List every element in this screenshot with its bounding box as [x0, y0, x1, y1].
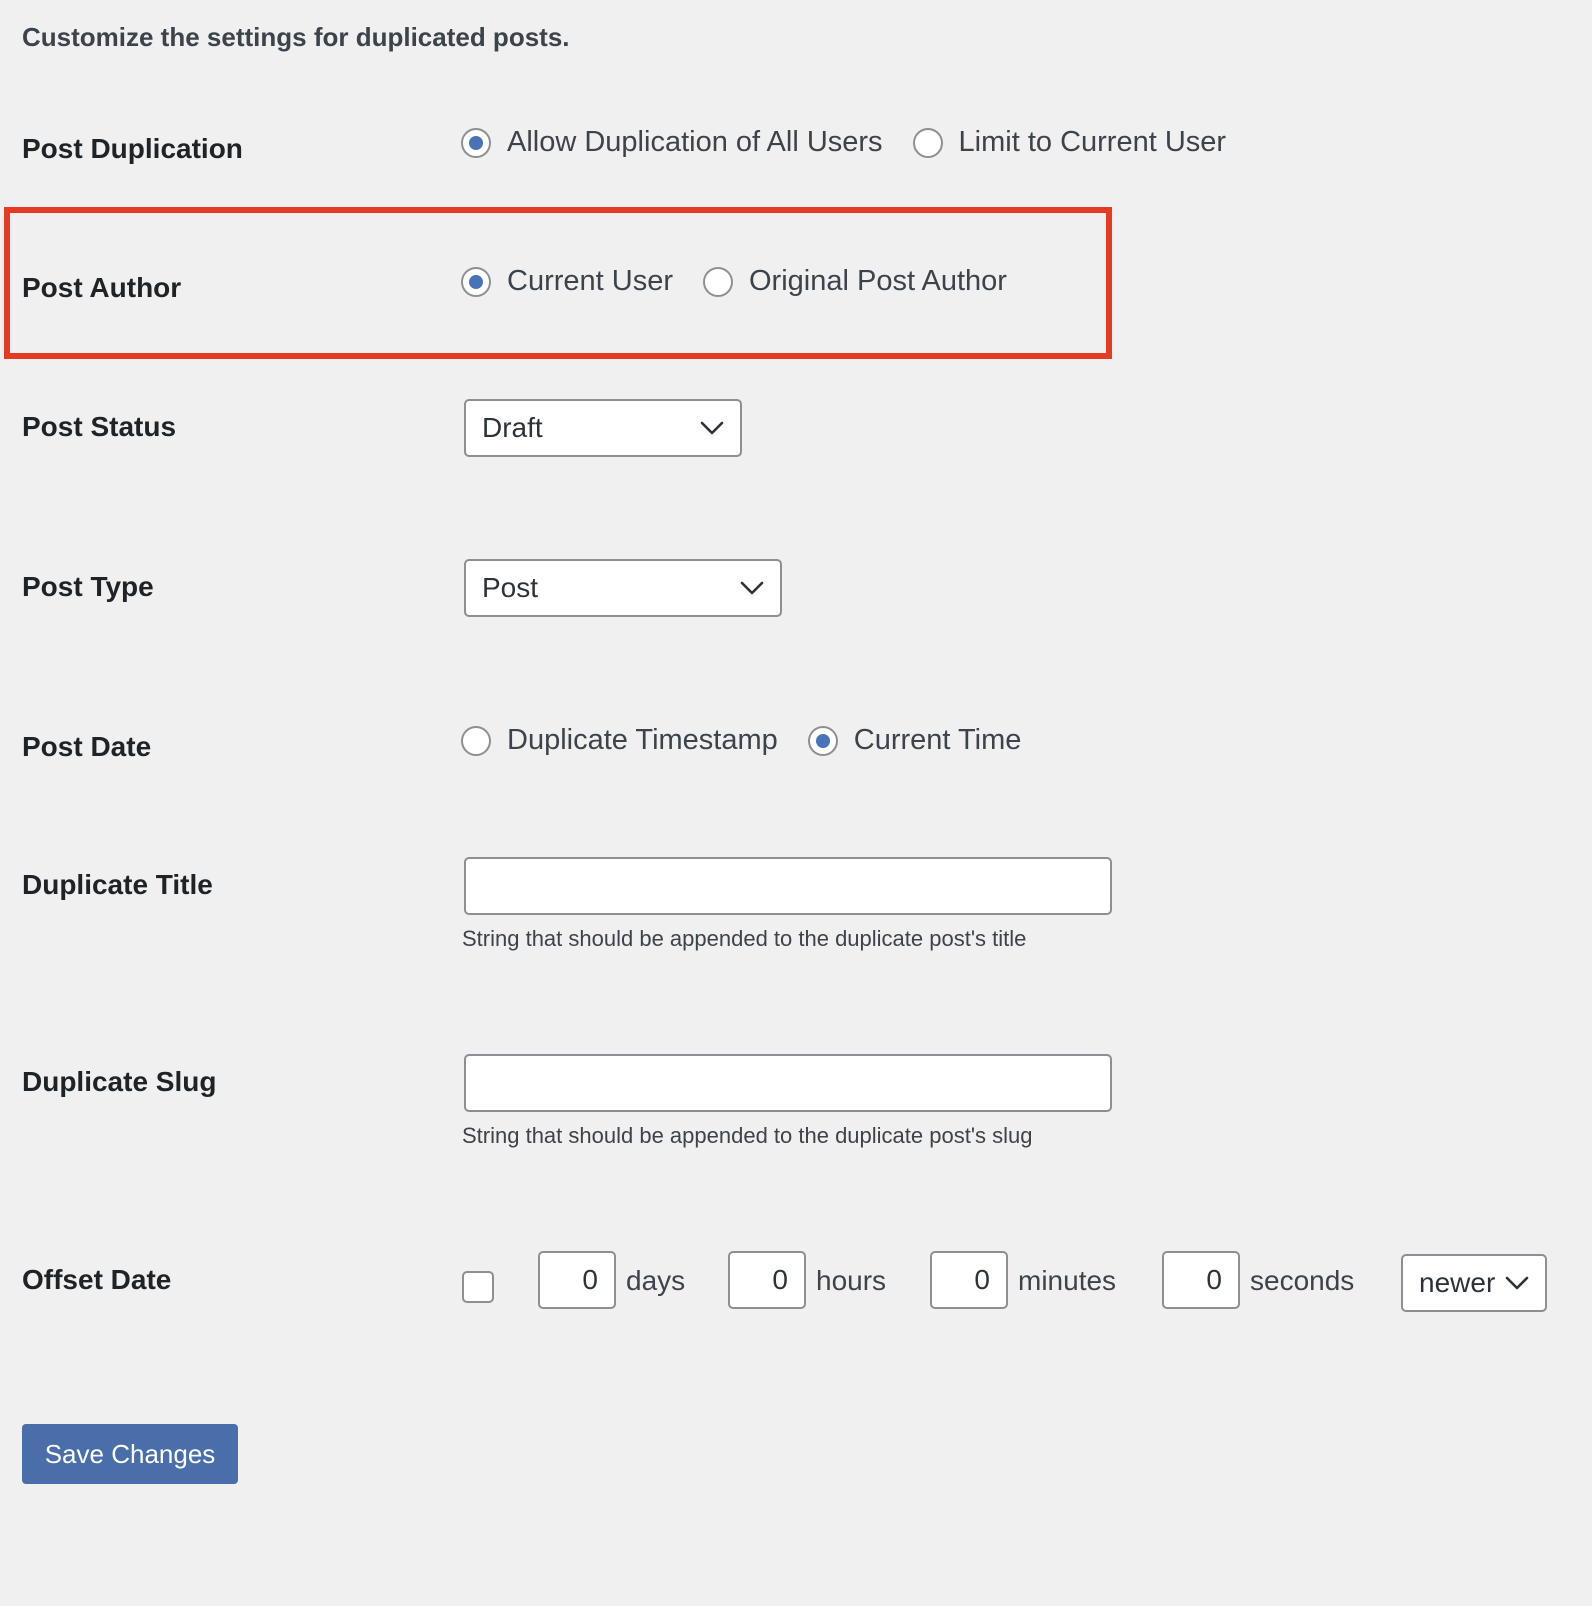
radio-button[interactable]	[703, 266, 733, 297]
radio-label: Limit to Current User	[958, 126, 1227, 158]
radio-button-checked[interactable]	[461, 266, 491, 297]
post-author-label: Post Author	[22, 272, 182, 303]
post-date-label: Post Date	[22, 731, 152, 762]
offset-hours-input[interactable]	[728, 1251, 806, 1309]
select-value: Draft	[482, 412, 543, 443]
post-status-select[interactable]: Draft	[464, 399, 742, 457]
radio-current-user[interactable]: Current User	[461, 265, 673, 298]
seconds-unit-label: seconds	[1250, 1265, 1355, 1296]
duplicate-slug-label: Duplicate Slug	[22, 1066, 217, 1097]
days-unit-label: days	[626, 1265, 686, 1296]
duplicate-title-label: Duplicate Title	[22, 869, 213, 900]
save-changes-button[interactable]: Save Changes	[22, 1424, 238, 1484]
radio-button[interactable]	[461, 725, 491, 756]
select-value: newer	[1419, 1267, 1496, 1298]
post-author-radio-group: Current User Original Post Author	[461, 265, 1037, 298]
duplicate-title-input[interactable]	[464, 857, 1112, 915]
radio-limit-current-user[interactable]: Limit to Current User	[912, 126, 1227, 159]
offset-days-input[interactable]	[538, 1251, 616, 1309]
offset-direction-select[interactable]: newer	[1401, 1254, 1547, 1312]
offset-seconds-input[interactable]	[1162, 1251, 1240, 1309]
post-type-select[interactable]: Post	[464, 559, 782, 617]
radio-label: Allow Duplication of All Users	[507, 126, 883, 158]
offset-date-checkbox[interactable]	[462, 1271, 494, 1303]
radio-button-checked[interactable]	[461, 127, 491, 158]
radio-button[interactable]	[912, 127, 943, 158]
duplicate-slug-help: String that should be appended to the du…	[462, 1123, 1033, 1148]
post-duplication-label: Post Duplication	[22, 133, 243, 164]
radio-allow-all-users[interactable]: Allow Duplication of All Users	[461, 126, 883, 159]
radio-original-post-author[interactable]: Original Post Author	[703, 265, 1007, 298]
radio-current-time[interactable]: Current Time	[807, 724, 1022, 757]
post-status-label: Post Status	[22, 411, 177, 442]
select-value: Post	[482, 572, 539, 603]
radio-duplicate-timestamp[interactable]: Duplicate Timestamp	[461, 724, 778, 757]
radio-label: Current Time	[853, 724, 1022, 756]
page-description: Customize the settings for duplicated po…	[22, 22, 570, 52]
hours-unit-label: hours	[816, 1265, 887, 1296]
offset-date-label: Offset Date	[22, 1264, 172, 1295]
post-type-label: Post Type	[22, 571, 154, 602]
chevron-down-icon	[1505, 1276, 1529, 1290]
radio-label: Duplicate Timestamp	[507, 724, 778, 756]
post-duplication-radio-group: Allow Duplication of All Users Limit to …	[461, 126, 1256, 159]
chevron-down-icon	[740, 581, 764, 595]
radio-label: Current User	[507, 265, 673, 297]
chevron-down-icon	[700, 421, 724, 435]
duplicate-title-help: String that should be appended to the du…	[462, 926, 1027, 951]
radio-button-checked[interactable]	[807, 725, 838, 756]
duplicate-slug-input[interactable]	[464, 1054, 1112, 1112]
radio-label: Original Post Author	[749, 265, 1007, 297]
post-date-radio-group: Duplicate Timestamp Current Time	[461, 724, 1051, 757]
offset-minutes-input[interactable]	[930, 1251, 1008, 1309]
minutes-unit-label: minutes	[1018, 1265, 1117, 1296]
